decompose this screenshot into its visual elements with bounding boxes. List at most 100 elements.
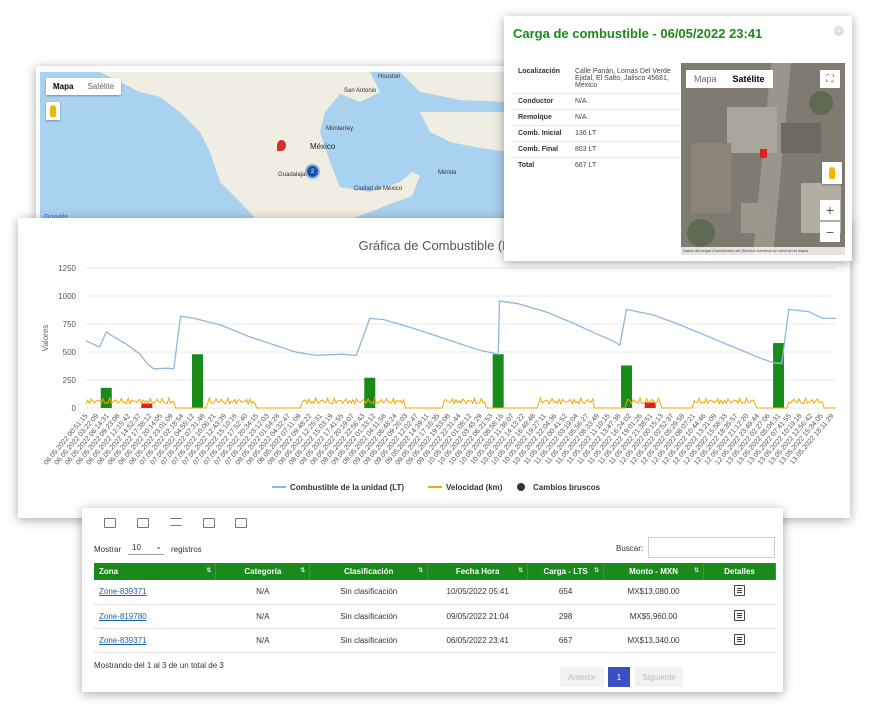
popup-row-location: Localización Calle Panán, Lomas Del Verde… bbox=[514, 64, 682, 94]
pdf-icon[interactable] bbox=[203, 518, 215, 528]
category-cell: N/A bbox=[215, 628, 310, 653]
classification-cell: Sin clasificación bbox=[309, 604, 428, 629]
popup-label: Comb. Inicial bbox=[518, 130, 562, 137]
search-input[interactable] bbox=[648, 537, 775, 558]
datetime-cell: 09/05/2022 21:04 bbox=[427, 604, 528, 629]
zone-link[interactable]: Zone-839371 bbox=[99, 636, 147, 645]
map-attribution: Datos del mapa Condiciones del Servicio … bbox=[681, 247, 845, 255]
column-header[interactable]: Categoría ⇅ bbox=[215, 563, 311, 580]
y-tick-label: 0 bbox=[72, 404, 77, 413]
popup-value: Calle Panán, Lomas Del Verde Ejidal, El … bbox=[575, 68, 671, 89]
table-info: Mostrando del 1 al 3 de un total de 3 bbox=[94, 661, 224, 670]
city-label: Monterrey bbox=[326, 126, 354, 132]
legend-label: Cambios bruscos bbox=[533, 483, 601, 492]
close-icon[interactable]: ✕ bbox=[834, 26, 844, 36]
city-label: Houston bbox=[378, 74, 401, 80]
popup-row-initial-fuel: Comb. Inicial 136 LT bbox=[514, 126, 682, 142]
map-type-map[interactable]: Mapa bbox=[46, 78, 80, 95]
category-cell: N/A bbox=[215, 580, 310, 605]
map-type-satellite[interactable]: Satélite bbox=[80, 78, 121, 95]
load-cell: 654 bbox=[527, 580, 604, 605]
pagination-previous[interactable]: Anterior bbox=[560, 667, 604, 687]
amount-cell: MX$13,340.00 bbox=[603, 628, 704, 653]
zone-link[interactable]: Zone-819780 bbox=[99, 612, 147, 621]
map-card: Mapa Satélite Houston San Antonio Monter… bbox=[36, 66, 516, 229]
popup-title: Carga de combustible - 06/05/2022 23:41 bbox=[513, 26, 763, 41]
sat-type-map[interactable]: Mapa bbox=[686, 70, 725, 88]
satellite-view[interactable]: Mapa Satélite ⛶ + − Datos del mapa Condi… bbox=[681, 63, 845, 255]
y-tick-label: 500 bbox=[63, 348, 77, 357]
popup-value: 136 LT bbox=[575, 130, 597, 137]
marker-cluster[interactable]: 2 bbox=[305, 164, 320, 179]
records-label: registros bbox=[171, 545, 202, 554]
show-label: Mostrar bbox=[94, 545, 122, 554]
pegman-icon[interactable] bbox=[822, 162, 842, 184]
classification-cell: Sin clasificación bbox=[309, 580, 428, 605]
copy-icon[interactable] bbox=[104, 518, 116, 528]
popup-value: 803 LT bbox=[575, 146, 597, 153]
map-view[interactable]: Mapa Satélite Houston San Antonio Monter… bbox=[40, 72, 510, 223]
column-header[interactable]: Monto - MXN ⇅ bbox=[603, 563, 704, 580]
column-header[interactable]: Clasificación ⇅ bbox=[309, 563, 429, 580]
popup-row-driver: Conductor N/A bbox=[514, 94, 682, 110]
table-icon[interactable] bbox=[137, 518, 149, 528]
map-type-toggle[interactable]: Mapa Satélite bbox=[46, 78, 122, 95]
popup-value: N/A bbox=[575, 114, 587, 121]
fuel-loads-table-card: Mostrar 10 ⌄ registros Buscar: Zona ⇅ Cat… bbox=[82, 508, 783, 692]
legend-label: Combustible de la unidad (LT) bbox=[290, 483, 404, 492]
pagination-next[interactable]: Siguiente bbox=[635, 667, 683, 687]
popup-row-total: Total 667 LT bbox=[514, 158, 682, 173]
y-tick-label: 1000 bbox=[58, 292, 76, 301]
y-tick-label: 1250 bbox=[58, 264, 76, 273]
page-size-value: 10 bbox=[132, 543, 141, 552]
column-header[interactable]: Detalles bbox=[703, 563, 776, 580]
classification-cell: Sin clasificación bbox=[309, 628, 428, 653]
details-icon[interactable] bbox=[734, 609, 745, 621]
sat-type-satellite[interactable]: Satélite bbox=[725, 70, 773, 88]
bar bbox=[492, 354, 504, 408]
bar bbox=[773, 343, 785, 408]
pegman-icon[interactable] bbox=[46, 102, 60, 120]
fullscreen-icon[interactable]: ⛶ bbox=[820, 70, 840, 88]
column-header[interactable]: Fecha Hora ⇅ bbox=[427, 563, 529, 580]
map-marker-icon[interactable] bbox=[277, 140, 286, 151]
load-cell: 298 bbox=[527, 604, 604, 629]
datetime-cell: 10/05/2022 05:41 bbox=[427, 580, 528, 605]
popup-label: Conductor bbox=[518, 98, 554, 105]
fuel-chart: 025050075010001250Valores06.05.2022 00:5… bbox=[41, 264, 836, 492]
bar bbox=[100, 387, 112, 408]
amount-cell: MX$5,960.00 bbox=[603, 604, 704, 629]
details-icon[interactable] bbox=[734, 585, 745, 597]
city-label: San Antonio bbox=[344, 88, 377, 94]
sat-type-toggle[interactable]: Mapa Satélite bbox=[686, 70, 773, 88]
fuel-loads-table: Zona ⇅ Categoría ⇅ Clasificación ⇅ Fecha Ho… bbox=[94, 563, 776, 653]
table-row: Zone-839371 N/A Sin clasificación 10/05/… bbox=[94, 580, 776, 605]
details-icon[interactable] bbox=[734, 633, 745, 645]
zoom-in-button[interactable]: + bbox=[820, 200, 840, 220]
search-label: Buscar: bbox=[616, 544, 644, 553]
column-header[interactable]: Zona ⇅ bbox=[94, 563, 217, 580]
popup-label: Remolque bbox=[518, 114, 552, 121]
zone-link[interactable]: Zone-839371 bbox=[99, 587, 147, 596]
list-icon[interactable] bbox=[170, 518, 182, 526]
y-tick-label: 750 bbox=[63, 320, 77, 329]
popup-row-final-fuel: Comb. Final 803 LT bbox=[514, 142, 682, 158]
page-size-select[interactable]: 10 ⌄ bbox=[128, 541, 164, 555]
pagination-page[interactable]: 1 bbox=[608, 667, 630, 687]
popup-value: 667 LT bbox=[575, 162, 597, 169]
bar bbox=[141, 403, 153, 408]
column-header[interactable]: Carga - LTS ⇅ bbox=[527, 563, 605, 580]
popup-label: Localización bbox=[518, 68, 561, 75]
legend-swatch bbox=[517, 483, 525, 491]
popup-label: Total bbox=[518, 162, 535, 169]
fuel-chart-card: 0 250 500 750 1000 1250 Valores 06.05.2022 00:5… bbox=[18, 218, 850, 518]
popup-value: N/A bbox=[575, 98, 587, 105]
zoom-out-button[interactable]: − bbox=[820, 222, 840, 242]
chevron-down-icon: ⌄ bbox=[155, 542, 162, 551]
print-icon[interactable] bbox=[235, 518, 247, 528]
table-row: Zone-819780 N/A Sin clasificación 09/05/… bbox=[94, 604, 776, 629]
table-row: Zone-839371 N/A Sin clasificación 06/05/… bbox=[94, 628, 776, 653]
y-axis-label: Valores bbox=[41, 325, 50, 352]
legend-label: Velocidad (km) bbox=[446, 483, 503, 492]
map-marker-icon[interactable] bbox=[760, 149, 767, 158]
